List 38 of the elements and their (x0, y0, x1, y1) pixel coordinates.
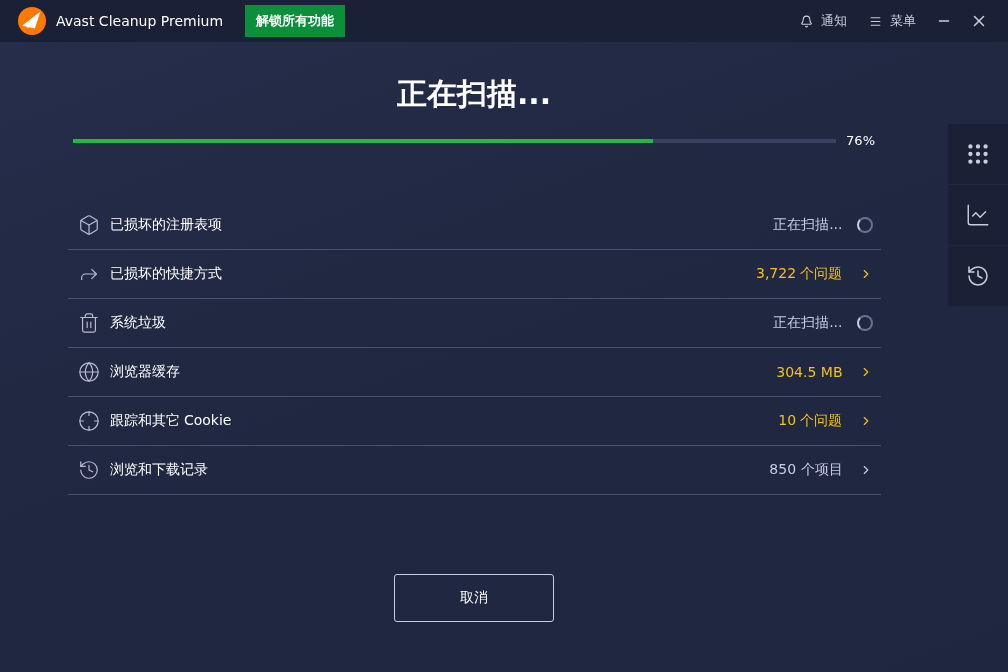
history-icon[interactable] (948, 246, 1008, 306)
scan-status: 正在扫描... (773, 216, 843, 234)
scan-row[interactable]: 已损坏的注册表项 正在扫描... (67, 201, 881, 250)
scan-row[interactable]: 系统垃圾 正在扫描... (67, 299, 881, 348)
scan-item-label: 已损坏的快捷方式 (109, 265, 223, 283)
progress-percent: 76% (846, 133, 875, 148)
crosshair-icon (77, 410, 100, 432)
scan-status: 3,722 个问题 (755, 265, 843, 283)
scan-row[interactable]: 浏览和下载记录 850 个项目 (67, 446, 881, 495)
notifications-button[interactable]: 通知 (794, 12, 853, 30)
scan-item-label: 已损坏的注册表项 (109, 216, 223, 234)
menu-icon (869, 14, 882, 28)
scan-row[interactable]: 跟踪和其它 Cookie 10 个问题 (67, 397, 881, 446)
history-icon (77, 459, 100, 481)
scan-status: 304.5 MB (776, 364, 843, 380)
line-chart-icon[interactable] (948, 185, 1008, 245)
scan-item-label: 浏览和下载记录 (109, 461, 209, 479)
menu-button[interactable]: 菜单 (863, 12, 922, 30)
scan-status: 10 个问题 (778, 412, 843, 430)
app-title: Avast Cleanup Premium (56, 13, 224, 29)
scan-row[interactable]: 浏览器缓存 304.5 MB (67, 348, 881, 397)
spinner-icon (856, 217, 873, 233)
app-logo (18, 7, 46, 35)
scan-status: 正在扫描... (773, 314, 843, 332)
cancel-button[interactable]: 取消 (394, 574, 554, 622)
grid-icon[interactable] (948, 124, 1008, 184)
unlock-button[interactable]: 解锁所有功能 (245, 5, 346, 37)
globe-icon (77, 361, 100, 383)
scan-status: 850 个项目 (769, 461, 843, 479)
scan-item-label: 浏览器缓存 (109, 363, 181, 381)
bell-icon (800, 14, 813, 28)
scan-item-label: 跟踪和其它 Cookie (109, 412, 233, 430)
scan-title: 正在扫描... (396, 75, 552, 113)
trash-icon (77, 312, 100, 334)
scan-row[interactable]: 已损坏的快捷方式 3,722 个问题 (67, 250, 881, 299)
scan-item-label: 系统垃圾 (109, 314, 167, 332)
cube-icon (77, 214, 100, 236)
spinner-icon (856, 315, 873, 331)
